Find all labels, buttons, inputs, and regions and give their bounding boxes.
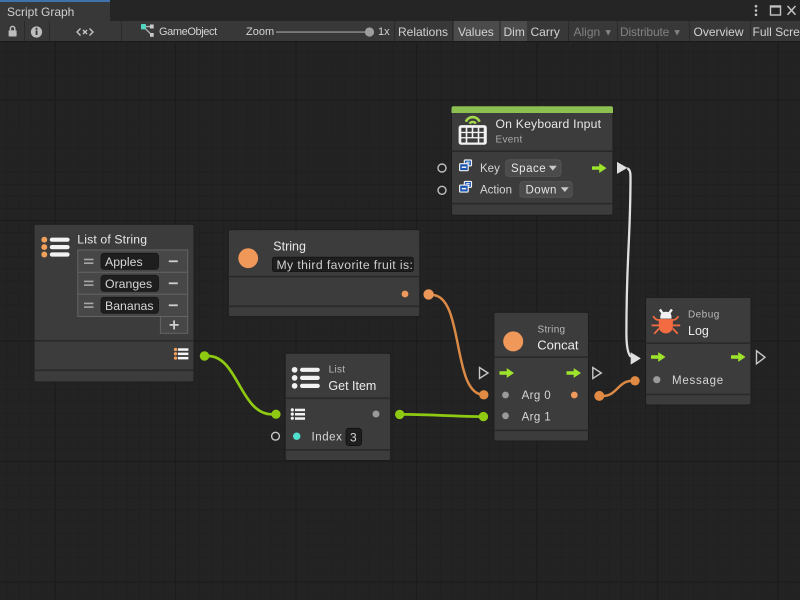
svg-text:Concat: Concat — [537, 337, 579, 352]
svg-text:Key: Key — [480, 163, 500, 175]
svg-text:Message: Message — [672, 375, 724, 387]
svg-text:My third favorite fruit is:: My third favorite fruit is: — [277, 258, 414, 272]
svg-text:Bananas: Bananas — [105, 299, 154, 313]
svg-text:3: 3 — [350, 431, 357, 445]
svg-text:Event: Event — [496, 135, 523, 146]
svg-text:Debug: Debug — [688, 309, 720, 320]
svg-text:Space: Space — [511, 163, 546, 175]
svg-text:List of String: List of String — [77, 233, 147, 247]
svg-text:Arg 1: Arg 1 — [522, 412, 552, 424]
svg-text:String: String — [273, 240, 306, 254]
svg-text:Action: Action — [480, 185, 512, 197]
svg-text:String: String — [538, 324, 566, 335]
svg-text:Log: Log — [688, 324, 709, 338]
svg-text:Index: Index — [312, 432, 343, 444]
svg-text:Apples: Apples — [105, 255, 143, 269]
svg-text:List: List — [329, 365, 346, 376]
svg-text:Oranges: Oranges — [105, 277, 152, 291]
svg-text:Arg 0: Arg 0 — [522, 390, 552, 402]
svg-text:Get Item: Get Item — [328, 379, 376, 393]
svg-text:Down: Down — [526, 184, 557, 196]
svg-text:On Keyboard Input: On Keyboard Input — [496, 117, 602, 131]
